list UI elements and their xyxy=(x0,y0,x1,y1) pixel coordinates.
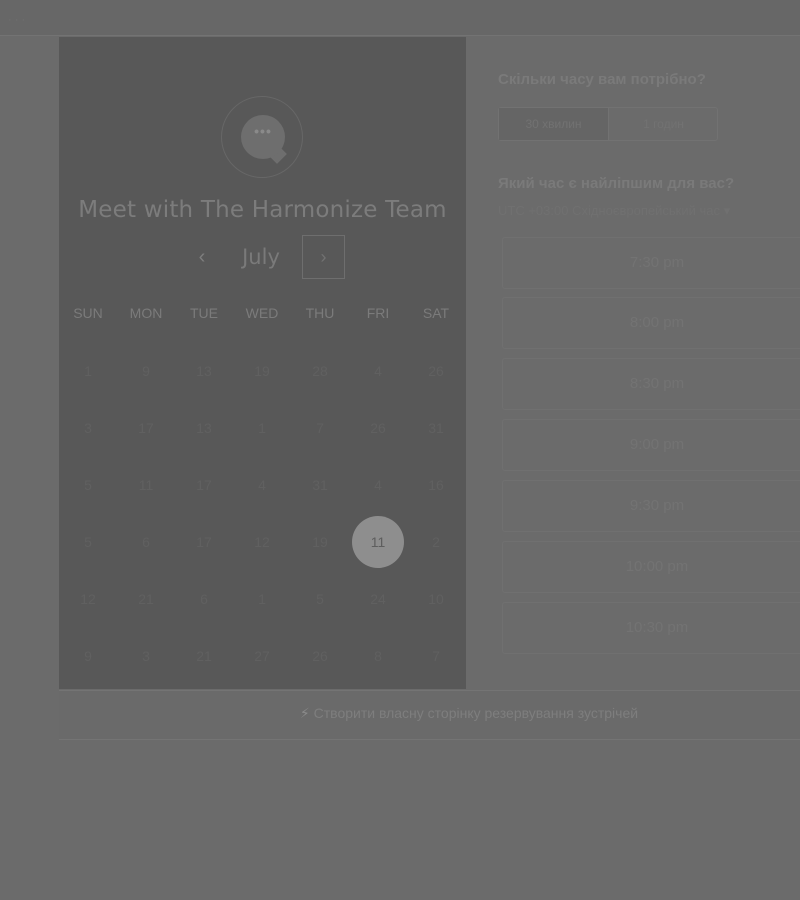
calendar-day[interactable]: 28 xyxy=(294,345,346,397)
calendar-day[interactable]: 7 xyxy=(410,630,462,682)
calendar-day[interactable]: 17 xyxy=(178,516,230,568)
calendar-day[interactable]: 4 xyxy=(352,345,404,397)
calendar-day[interactable]: 3 xyxy=(62,402,114,454)
time-slot-button[interactable]: 10:00 pm xyxy=(502,541,800,593)
weekday-thu: THU xyxy=(305,305,335,321)
avatar: ••• xyxy=(221,96,303,178)
footer-link-text: Створити власну сторінку резервування зу… xyxy=(313,705,639,721)
weekday-tue: TUE xyxy=(190,305,218,321)
calendar-day[interactable]: 31 xyxy=(410,402,462,454)
weekday-header: SUN MON TUE WED THU FRI SAT xyxy=(59,305,466,327)
calendar-day[interactable]: 7 xyxy=(294,402,346,454)
calendar-day[interactable]: 21 xyxy=(120,573,172,625)
calendar-day[interactable]: 17 xyxy=(178,459,230,511)
calendar-day[interactable]: 6 xyxy=(178,573,230,625)
booking-options-panel: Скільки часу вам потрібно? 30 хвилин 1 г… xyxy=(466,37,800,689)
sprocket-icon: ⚡ xyxy=(299,705,310,721)
time-slot-button[interactable]: 8:30 pm xyxy=(502,358,800,410)
calendar-day[interactable]: 9 xyxy=(62,630,114,682)
time-slot-button[interactable]: 7:30 pm xyxy=(502,237,800,289)
calendar-day[interactable]: 26 xyxy=(352,402,404,454)
duration-question: Скільки часу вам потрібно? xyxy=(498,71,706,88)
time-slot-button[interactable]: 8:00 pm xyxy=(502,297,800,349)
time-slot-button[interactable]: 10:30 pm xyxy=(502,602,800,654)
calendar-day[interactable]: 4 xyxy=(236,459,288,511)
calendar-day[interactable]: 19 xyxy=(294,516,346,568)
month-navigation: ‹ July › xyxy=(59,235,466,279)
month-label: July xyxy=(242,245,280,269)
weekday-sat: SAT xyxy=(422,305,450,321)
calendar-day[interactable]: 6 xyxy=(120,516,172,568)
calendar-day[interactable]: 21 xyxy=(178,630,230,682)
calendar-day[interactable]: 13 xyxy=(178,402,230,454)
weekday-mon: MON xyxy=(129,305,163,321)
time-question: Який час є найліпшим для вас? xyxy=(498,175,735,192)
duration-1-hour-button[interactable]: 1 годин xyxy=(609,108,718,140)
calendar-day[interactable]: 26 xyxy=(294,630,346,682)
time-slot-button[interactable]: 9:30 pm xyxy=(502,480,800,532)
calendar-day[interactable]: 12 xyxy=(236,516,288,568)
chat-dots-icon: ••• xyxy=(254,123,272,139)
calendar-day-selected[interactable]: 11 xyxy=(352,516,404,568)
calendar-day[interactable]: 11 xyxy=(120,459,172,511)
previous-month-button[interactable]: ‹ xyxy=(187,235,217,279)
calendar-day[interactable]: 5 xyxy=(62,516,114,568)
top-bar-text: · · · xyxy=(8,14,26,26)
calendar-day[interactable]: 24 xyxy=(352,573,404,625)
calendar-day[interactable]: 4 xyxy=(352,459,404,511)
timezone-dropdown[interactable]: UTC +03:00 Східноєвропейський час ▾ xyxy=(498,203,730,219)
calendar-day[interactable]: 12 xyxy=(62,573,114,625)
calendar-day[interactable]: 1 xyxy=(62,345,114,397)
time-slot-button[interactable]: 9:00 pm xyxy=(502,419,800,471)
calendar-day[interactable]: 31 xyxy=(294,459,346,511)
create-booking-page-link[interactable]: ⚡ Створити власну сторінку резервування … xyxy=(59,705,800,722)
calendar-day[interactable]: 5 xyxy=(294,573,346,625)
weekday-wed: WED xyxy=(245,305,279,321)
duration-selector: 30 хвилин 1 годин xyxy=(498,107,718,141)
calendar-day[interactable]: 3 xyxy=(120,630,172,682)
calendar-day[interactable]: 2 xyxy=(410,516,462,568)
page-title: Meet with The Harmonize Team xyxy=(78,197,447,223)
calendar-day[interactable]: 17 xyxy=(120,402,172,454)
next-month-button[interactable]: › xyxy=(302,235,345,279)
calendar-day[interactable]: 1 xyxy=(236,573,288,625)
calendar-day[interactable]: 26 xyxy=(410,345,462,397)
calendar-day[interactable]: 13 xyxy=(178,345,230,397)
calendar-day[interactable]: 1 xyxy=(236,402,288,454)
footer-bar: ⚡ Створити власну сторінку резервування … xyxy=(59,690,800,740)
calendar-day[interactable]: 9 xyxy=(120,345,172,397)
weekday-sun: SUN xyxy=(73,305,103,321)
calendar-day[interactable]: 19 xyxy=(236,345,288,397)
calendar-panel: ••• Meet with The Harmonize Team ‹ July … xyxy=(59,37,466,689)
calendar-day[interactable]: 10 xyxy=(410,573,462,625)
top-bar: · · · xyxy=(0,0,800,36)
calendar-day[interactable]: 8 xyxy=(352,630,404,682)
calendar-day[interactable]: 16 xyxy=(410,459,462,511)
calendar-day[interactable]: 27 xyxy=(236,630,288,682)
calendar-day[interactable]: 5 xyxy=(62,459,114,511)
weekday-fri: FRI xyxy=(366,305,390,321)
duration-30-min-button[interactable]: 30 хвилин xyxy=(499,108,608,140)
